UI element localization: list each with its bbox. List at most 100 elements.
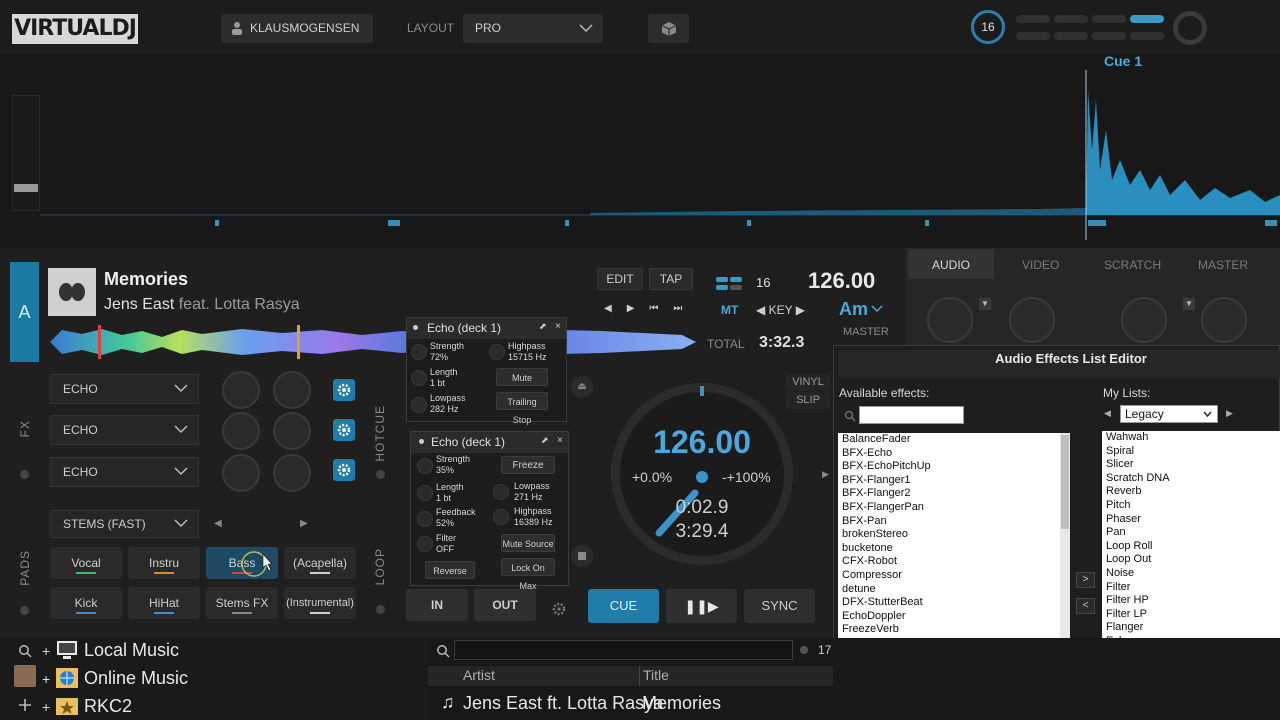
master-tempo-button[interactable]: MT xyxy=(721,303,738,317)
add-effect-button[interactable]: > xyxy=(1076,572,1095,588)
pitch-range[interactable]: -+100% xyxy=(722,469,771,485)
list-next-icon[interactable]: ▶ xyxy=(1226,408,1233,419)
tab-master[interactable]: MASTER xyxy=(1198,258,1248,272)
pads-next-icon[interactable]: ▶ xyxy=(300,518,308,529)
pad-instrumental[interactable]: (Instrumental) xyxy=(284,587,356,619)
expand-icon[interactable]: + xyxy=(42,671,50,687)
available-effect-item[interactable]: EchoDoppler xyxy=(842,610,1060,624)
my-list-item[interactable]: Flanger xyxy=(1106,621,1280,635)
fx-gear-button[interactable] xyxy=(333,459,355,481)
freeze-button[interactable]: Freeze xyxy=(501,456,555,474)
close-icon[interactable]: × xyxy=(555,321,561,332)
crossfader-strip[interactable] xyxy=(12,95,40,211)
folder-online-music[interactable]: Online Music xyxy=(84,668,188,689)
prev-icon[interactable]: ◀ xyxy=(604,303,612,314)
my-list-item[interactable]: Phaser xyxy=(1106,513,1280,527)
trailing-stop-button[interactable]: Trailing Stop xyxy=(496,392,548,425)
folder-rkc2[interactable]: RKC2 xyxy=(84,696,132,717)
vinyl-button[interactable]: VINYL xyxy=(786,374,830,391)
expand-icon[interactable]: + xyxy=(42,643,50,659)
deck-pill[interactable] xyxy=(1016,15,1050,23)
browser-search-input[interactable] xyxy=(454,640,793,660)
deck-pill[interactable] xyxy=(1092,32,1126,40)
available-effect-item[interactable]: FreezeVerb xyxy=(842,623,1060,637)
pad-instru[interactable]: Instru xyxy=(128,547,200,579)
chevron-down-icon[interactable] xyxy=(871,305,883,313)
fx-knob[interactable] xyxy=(273,412,311,450)
fx-knob[interactable] xyxy=(273,371,311,409)
column-divider[interactable] xyxy=(639,666,640,686)
key-value[interactable]: Am xyxy=(839,299,868,320)
skip-back-icon[interactable]: ⏮ xyxy=(649,303,658,314)
mixer-knob[interactable] xyxy=(1201,297,1247,343)
available-effect-item[interactable]: BFX-Flanger2 xyxy=(842,487,1060,501)
next-icon[interactable]: ▶ xyxy=(627,303,635,314)
deck-pill[interactable] xyxy=(1054,15,1088,23)
rhythm-waveform[interactable] xyxy=(40,70,1280,240)
fx-knob[interactable] xyxy=(222,371,260,409)
table-row-artist[interactable]: Jens East ft. Lotta Rasya xyxy=(463,693,663,714)
pads-prev-icon[interactable]: ◀ xyxy=(214,518,222,529)
my-list-item[interactable]: Noise xyxy=(1106,567,1280,581)
cube-button[interactable] xyxy=(648,14,689,43)
fx-knob[interactable] xyxy=(273,454,311,492)
stop-button[interactable] xyxy=(571,545,593,567)
deck-pill[interactable] xyxy=(1130,32,1164,40)
expand-icon[interactable]: + xyxy=(42,699,50,715)
column-title[interactable]: Title xyxy=(643,667,669,683)
edit-button[interactable]: EDIT xyxy=(597,268,643,290)
remove-effect-button[interactable]: < xyxy=(1076,598,1095,614)
available-effect-item[interactable]: BFX-Pan xyxy=(842,515,1060,529)
sync-button[interactable]: SYNC xyxy=(744,589,815,623)
close-icon[interactable]: × xyxy=(557,435,563,446)
master-volume-knob[interactable] xyxy=(1173,11,1207,45)
pin-icon[interactable]: ⬈ xyxy=(539,321,547,332)
my-list-item[interactable]: Pitch xyxy=(1106,499,1280,513)
available-effect-item[interactable]: detune xyxy=(842,583,1060,597)
fx-gear-button[interactable] xyxy=(333,419,355,441)
mute-source-button[interactable]: Mute Source xyxy=(501,534,555,552)
cue-point-label[interactable]: Cue 1 xyxy=(1104,53,1142,69)
dropdown-icon[interactable]: ▼ xyxy=(979,298,991,310)
avatar[interactable] xyxy=(14,665,36,687)
available-effect-item[interactable]: Compressor xyxy=(842,569,1060,583)
crossfader-handle[interactable] xyxy=(14,184,38,192)
deck-letter[interactable]: A xyxy=(10,262,39,362)
pad-hihat[interactable]: HiHat xyxy=(128,587,200,619)
my-list-item[interactable]: Filter HP xyxy=(1106,594,1280,608)
my-list-item[interactable]: Slicer xyxy=(1106,458,1280,472)
available-effect-item[interactable]: brokenStereo xyxy=(842,528,1060,542)
cue-button[interactable]: CUE xyxy=(588,589,659,623)
slip-button[interactable]: SLIP xyxy=(786,392,830,409)
search-options-icon[interactable] xyxy=(800,646,808,654)
available-effect-item[interactable]: bucketone xyxy=(842,542,1060,556)
key-control[interactable]: ◀ KEY ▶ xyxy=(756,303,805,317)
fx-param-knob[interactable] xyxy=(489,344,505,360)
deck-pill-active[interactable] xyxy=(1130,15,1164,23)
available-effect-item[interactable]: BFX-EchoPitchUp xyxy=(842,460,1060,474)
tab-scratch[interactable]: SCRATCH xyxy=(1104,258,1161,272)
gear-icon[interactable] xyxy=(551,601,567,617)
fx-param-knob[interactable] xyxy=(493,509,509,525)
fx-slot-3-select[interactable]: ECHO xyxy=(50,457,199,487)
my-list-item[interactable]: Reverb xyxy=(1106,485,1280,499)
fx-param-knob[interactable] xyxy=(417,511,433,527)
available-effect-item[interactable]: DFX-StutterBeat xyxy=(842,596,1060,610)
available-effect-item[interactable]: CFX-Robot xyxy=(842,555,1060,569)
fx-slot-2-select[interactable]: ECHO xyxy=(50,415,199,445)
fx-slot-1-select[interactable]: ECHO xyxy=(50,374,199,404)
available-effect-item[interactable]: BFX-Echo xyxy=(842,447,1060,461)
pad-vocal[interactable]: Vocal xyxy=(50,547,122,579)
deck-pill[interactable] xyxy=(1092,15,1126,23)
deck-pill[interactable] xyxy=(1054,32,1088,40)
hotcue-led[interactable] xyxy=(376,470,385,479)
pad-kick[interactable]: Kick xyxy=(50,587,122,619)
list-prev-icon[interactable]: ◀ xyxy=(1104,408,1111,419)
tap-button[interactable]: TAP xyxy=(649,268,693,290)
my-list-item[interactable]: Scratch DNA xyxy=(1106,472,1280,486)
deck-bpm[interactable]: 126.00 xyxy=(808,268,875,294)
fx-param-knob[interactable] xyxy=(411,370,427,386)
folder-local-music[interactable]: Local Music xyxy=(84,640,179,661)
my-list-item[interactable]: Loop Roll xyxy=(1106,540,1280,554)
eject-button[interactable]: ⏏ xyxy=(571,376,593,398)
